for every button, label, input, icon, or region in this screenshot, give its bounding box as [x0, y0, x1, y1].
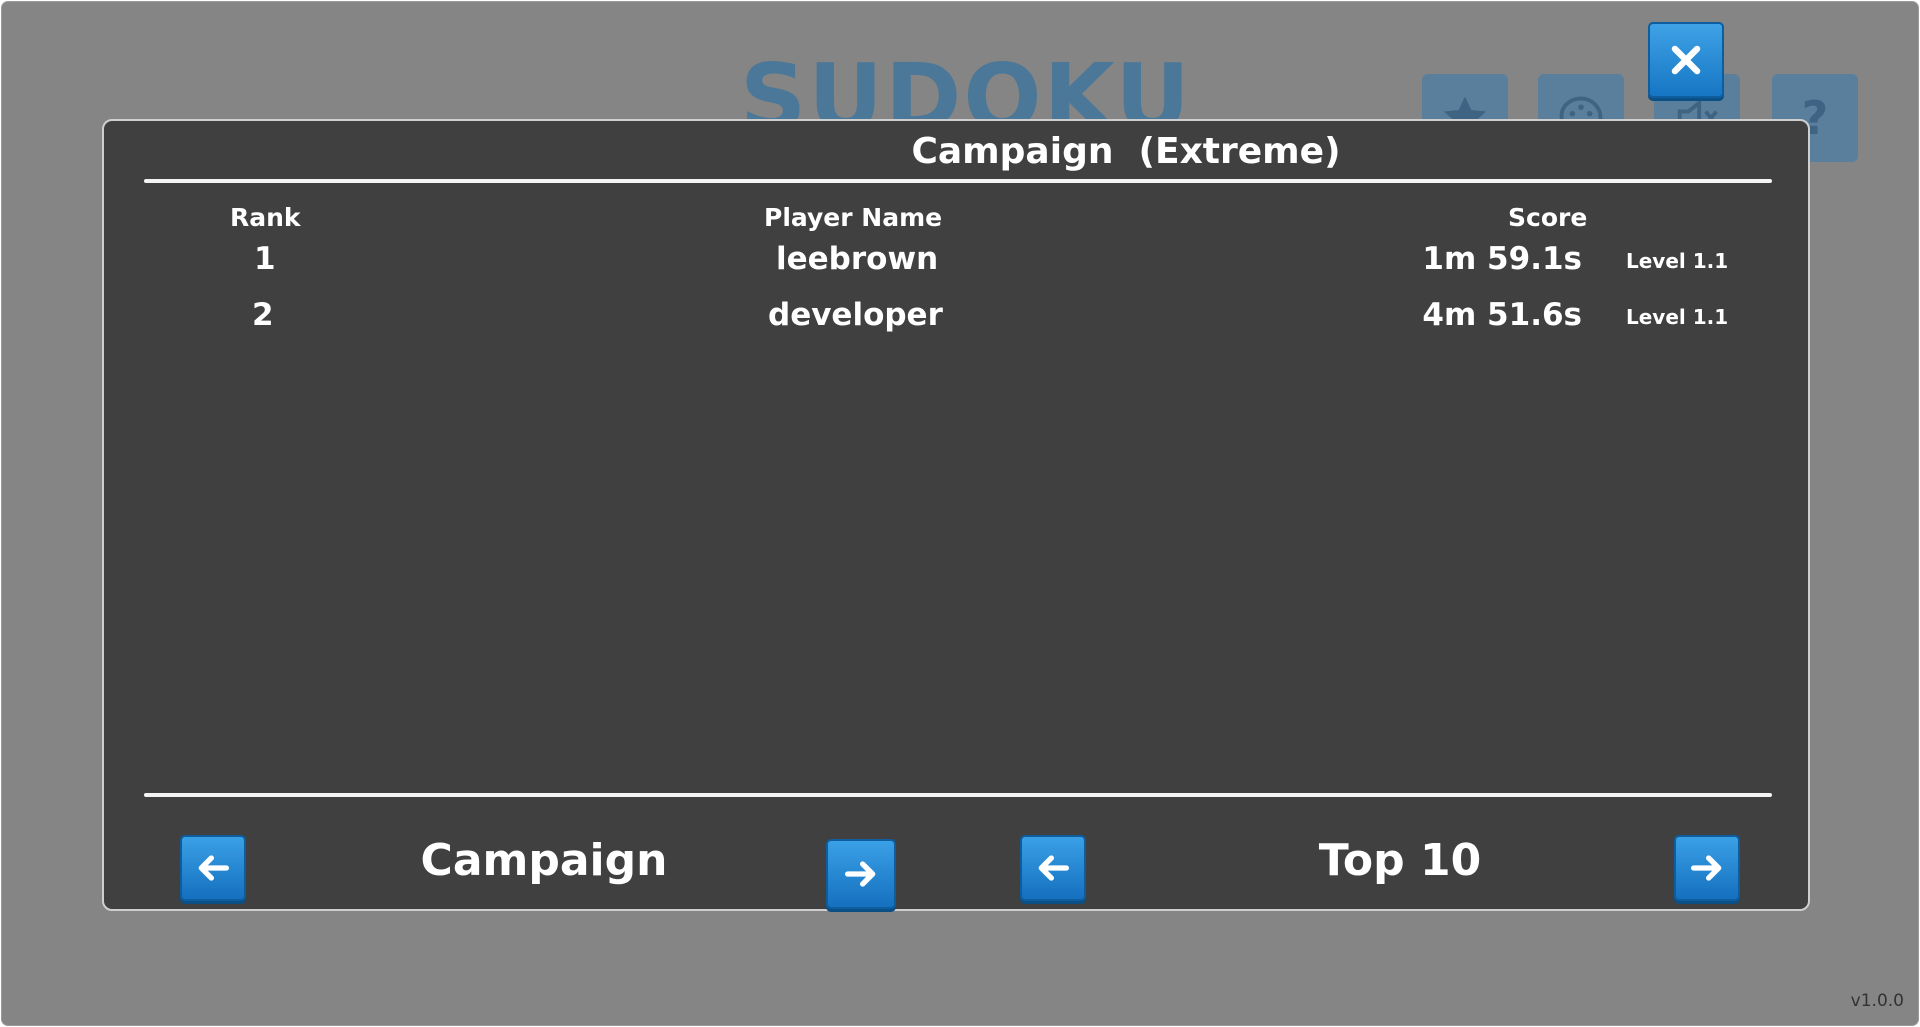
player-name-cell: developer [768, 297, 943, 333]
score-cell: 4m 51.6s [1422, 297, 1582, 333]
rank-cell: 1 [254, 241, 276, 277]
level-cell: Level 1.1 [1626, 305, 1729, 329]
header-divider [144, 179, 1772, 183]
version-label: v1.0.0 [1850, 991, 1904, 1011]
level-cell: Level 1.1 [1626, 249, 1729, 273]
footer-divider [144, 793, 1772, 797]
arrow-right-icon [845, 861, 876, 887]
leaderboard-dialog: Campaign (Extreme) Rank Player Name Scor… [102, 119, 1810, 911]
leaderboard-range-label: Top 10 [1318, 835, 1482, 886]
arrow-right-icon [1691, 855, 1722, 881]
leaderboard-title: Campaign (Extreme) [911, 131, 1341, 172]
rank-cell: 2 [252, 297, 274, 333]
range-prev-button[interactable] [1020, 835, 1086, 901]
leaderboard-row: 2 developer 4m 51.6s Level 1.1 [104, 297, 1808, 347]
player-name-cell: leebrown [776, 241, 939, 277]
mode-next-button[interactable] [824, 833, 896, 909]
score-cell: 1m 59.1s [1422, 241, 1582, 277]
leaderboard-row: 1 leebrown 1m 59.1s Level 1.1 [104, 241, 1808, 291]
arrow-left-icon [198, 855, 229, 881]
arrow-left-icon [1038, 855, 1069, 881]
game-screen: SUDOKU ? Campaign (Extreme) Rank Player … [2, 2, 1918, 1025]
column-header-player: Player Name [764, 203, 943, 232]
column-header-rank: Rank [230, 203, 301, 232]
close-icon [1671, 45, 1701, 75]
close-button[interactable] [1648, 22, 1724, 98]
leaderboard-mode-label: Campaign [420, 835, 668, 886]
column-header-score: Score [1508, 203, 1588, 232]
mode-prev-button[interactable] [180, 835, 246, 901]
range-next-button[interactable] [1674, 835, 1740, 901]
